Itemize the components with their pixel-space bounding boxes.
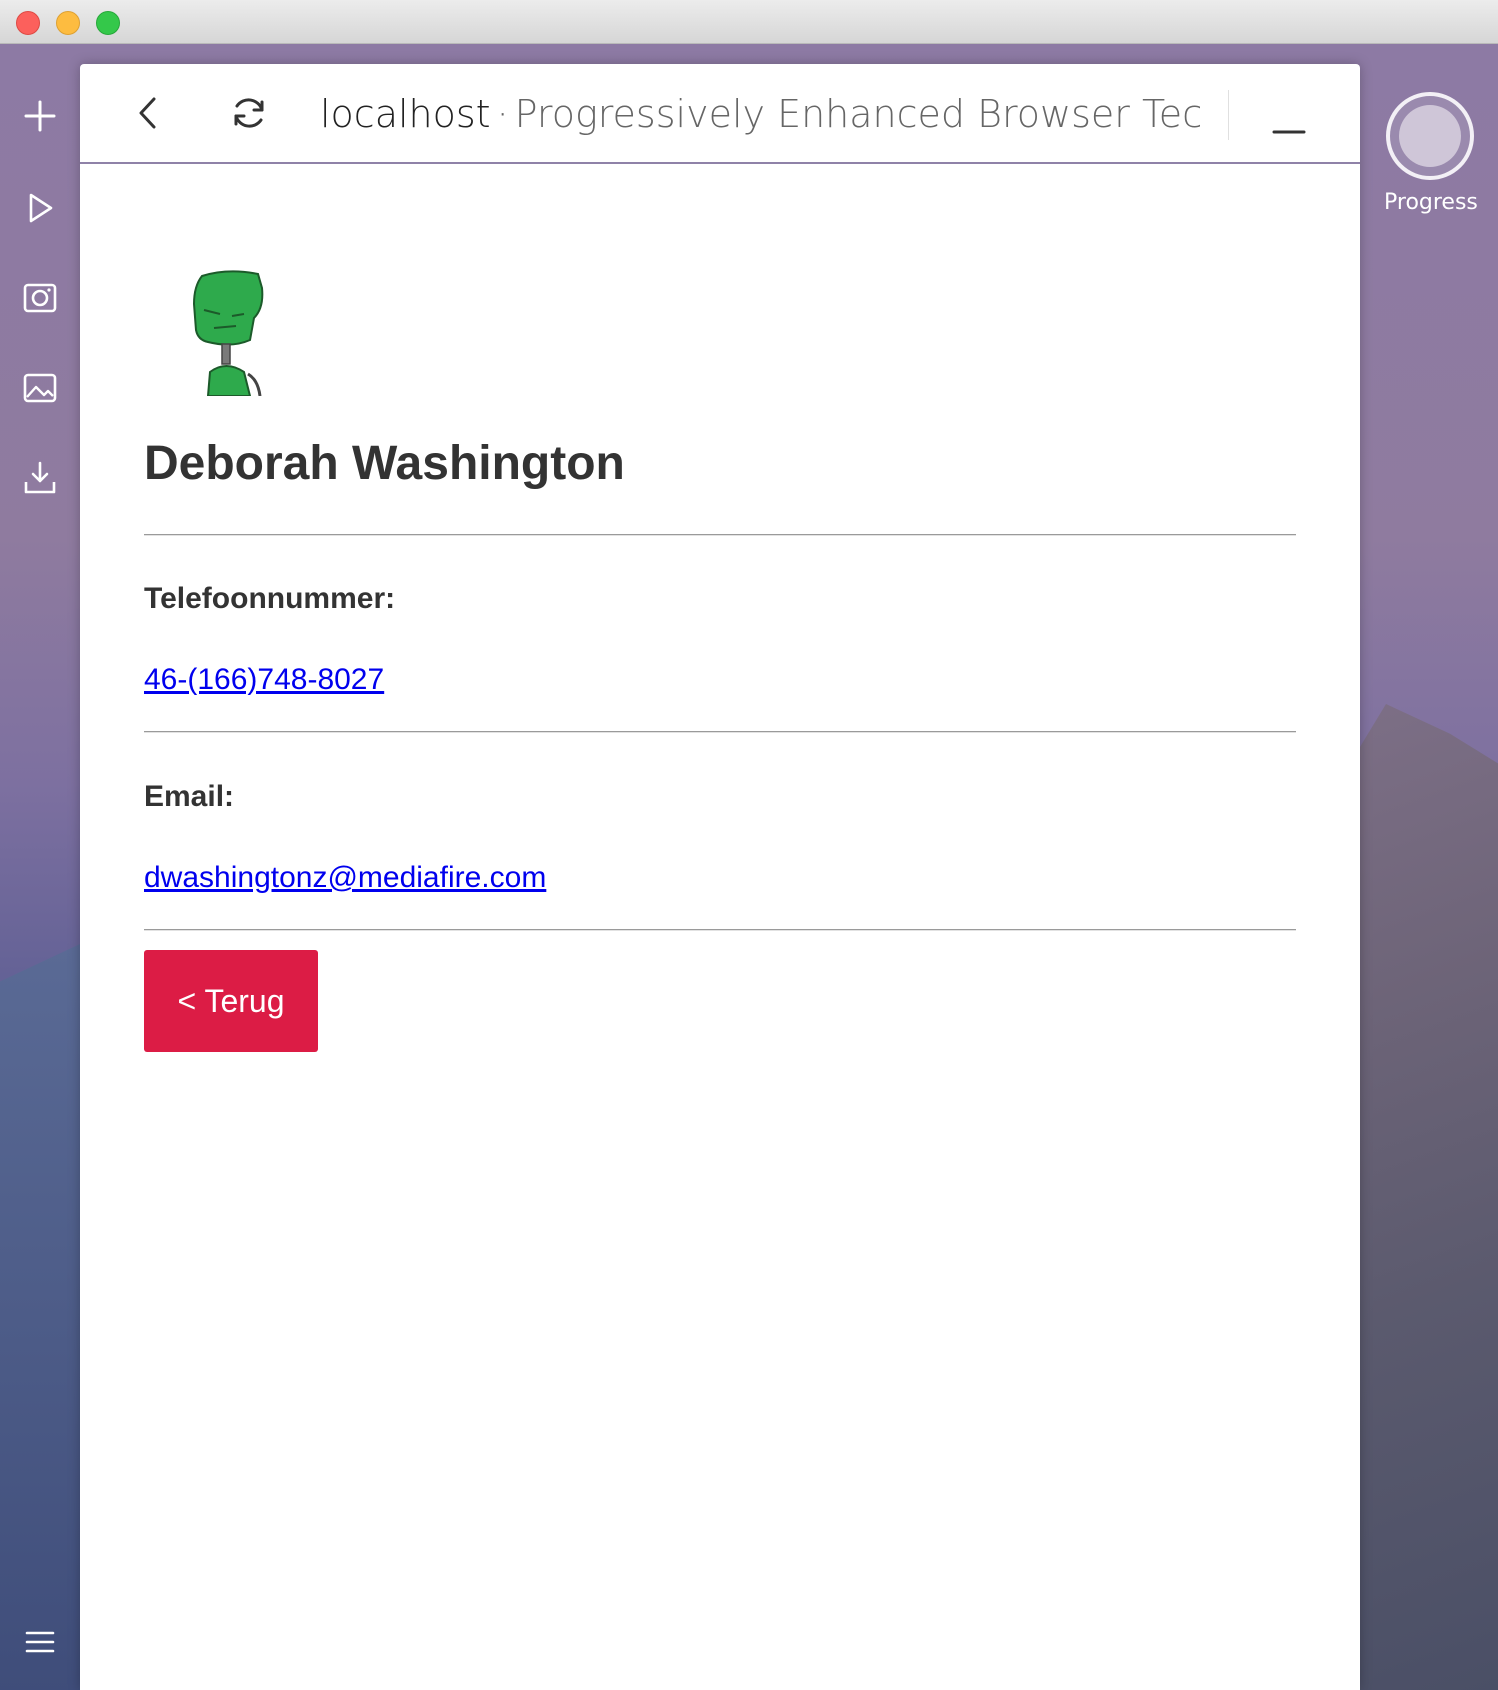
sidebar	[0, 44, 80, 1690]
minus-icon	[1272, 130, 1306, 134]
close-window-button[interactable]	[16, 11, 40, 35]
camera-icon	[23, 283, 57, 313]
menu-button[interactable]	[20, 1622, 60, 1662]
avatar	[192, 270, 264, 396]
gallery-button[interactable]	[20, 368, 60, 408]
phone-link[interactable]: 46-(166)748-8027	[144, 663, 384, 697]
progress-ring-icon	[1386, 92, 1474, 180]
address-page-title: Progressively Enhanced Browser Tech	[514, 92, 1200, 136]
plus-icon	[24, 100, 56, 132]
minimize-browser-button[interactable]	[1264, 94, 1314, 144]
screenshot-button[interactable]	[20, 278, 60, 318]
email-label: Email:	[144, 780, 235, 813]
play-icon	[29, 193, 53, 223]
toolbar-divider	[1228, 90, 1229, 140]
back-button[interactable]: < Terug	[144, 950, 318, 1052]
phone-label: Telefoonnummer:	[144, 582, 396, 615]
minimize-window-button[interactable]	[56, 11, 80, 35]
progress-label: Progress	[1384, 190, 1478, 215]
divider	[144, 534, 1296, 536]
download-button[interactable]	[20, 458, 60, 498]
divider	[144, 929, 1296, 931]
chevron-left-icon	[139, 97, 156, 129]
email-link[interactable]: dwashingtonz@mediafire.com	[144, 861, 546, 895]
address-bar[interactable]: localhost · Progressively Enhanced Browser…	[320, 86, 1200, 142]
back-nav-button[interactable]	[124, 88, 174, 138]
profile-name: Deborah Washington	[144, 437, 625, 490]
reload-button[interactable]	[224, 88, 274, 138]
zoom-window-button[interactable]	[96, 11, 120, 35]
new-tab-button[interactable]	[20, 96, 60, 136]
address-separator: ·	[496, 92, 509, 136]
image-icon	[23, 373, 57, 403]
background-cliff	[1338, 704, 1498, 1690]
download-icon	[24, 461, 56, 494]
menu-icon	[25, 1631, 55, 1653]
address-host: localhost	[320, 92, 491, 136]
progress-widget[interactable]: Progress	[1384, 92, 1484, 232]
divider	[144, 731, 1296, 733]
browser-toolbar: localhost · Progressively Enhanced Browser…	[80, 64, 1360, 164]
reload-icon	[234, 98, 264, 128]
browser-window: localhost · Progressively Enhanced Browser…	[80, 64, 1360, 1690]
window-titlebar	[0, 0, 1498, 44]
play-button[interactable]	[20, 188, 60, 228]
